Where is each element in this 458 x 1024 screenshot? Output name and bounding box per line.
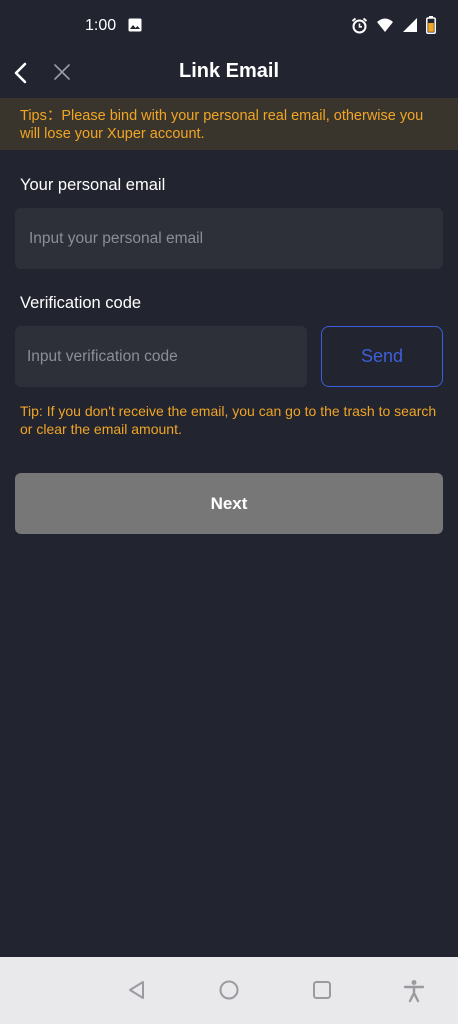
image-icon: [128, 18, 142, 37]
verification-code-input[interactable]: [15, 326, 307, 387]
page-title: Link Email: [178, 60, 280, 82]
nav-home-icon[interactable]: [218, 979, 240, 1006]
wifi-icon: [376, 17, 394, 38]
system-nav-bar: [0, 957, 458, 1024]
nav-recents-icon[interactable]: [311, 979, 333, 1006]
tip-text: Tip: If you don't receive the email, you…: [20, 403, 437, 437]
battery-icon: [426, 16, 436, 39]
alarm-icon: [351, 17, 368, 39]
accessibility-icon[interactable]: [403, 979, 425, 1008]
top-app-bar: Link Email: [0, 50, 458, 96]
status-bar: 1:00: [0, 0, 458, 50]
status-icons: [351, 16, 436, 39]
email-label: Your personal email: [20, 176, 166, 194]
tips-banner: Tips：Please bind with your personal real…: [0, 98, 458, 150]
next-button[interactable]: Next: [15, 473, 443, 534]
nav-back-icon[interactable]: [126, 979, 148, 1006]
status-time: 1:00: [85, 17, 117, 34]
email-input[interactable]: [15, 208, 443, 269]
signal-icon: [402, 17, 418, 38]
send-button[interactable]: Send: [321, 326, 443, 387]
verification-label: Verification code: [20, 294, 142, 312]
